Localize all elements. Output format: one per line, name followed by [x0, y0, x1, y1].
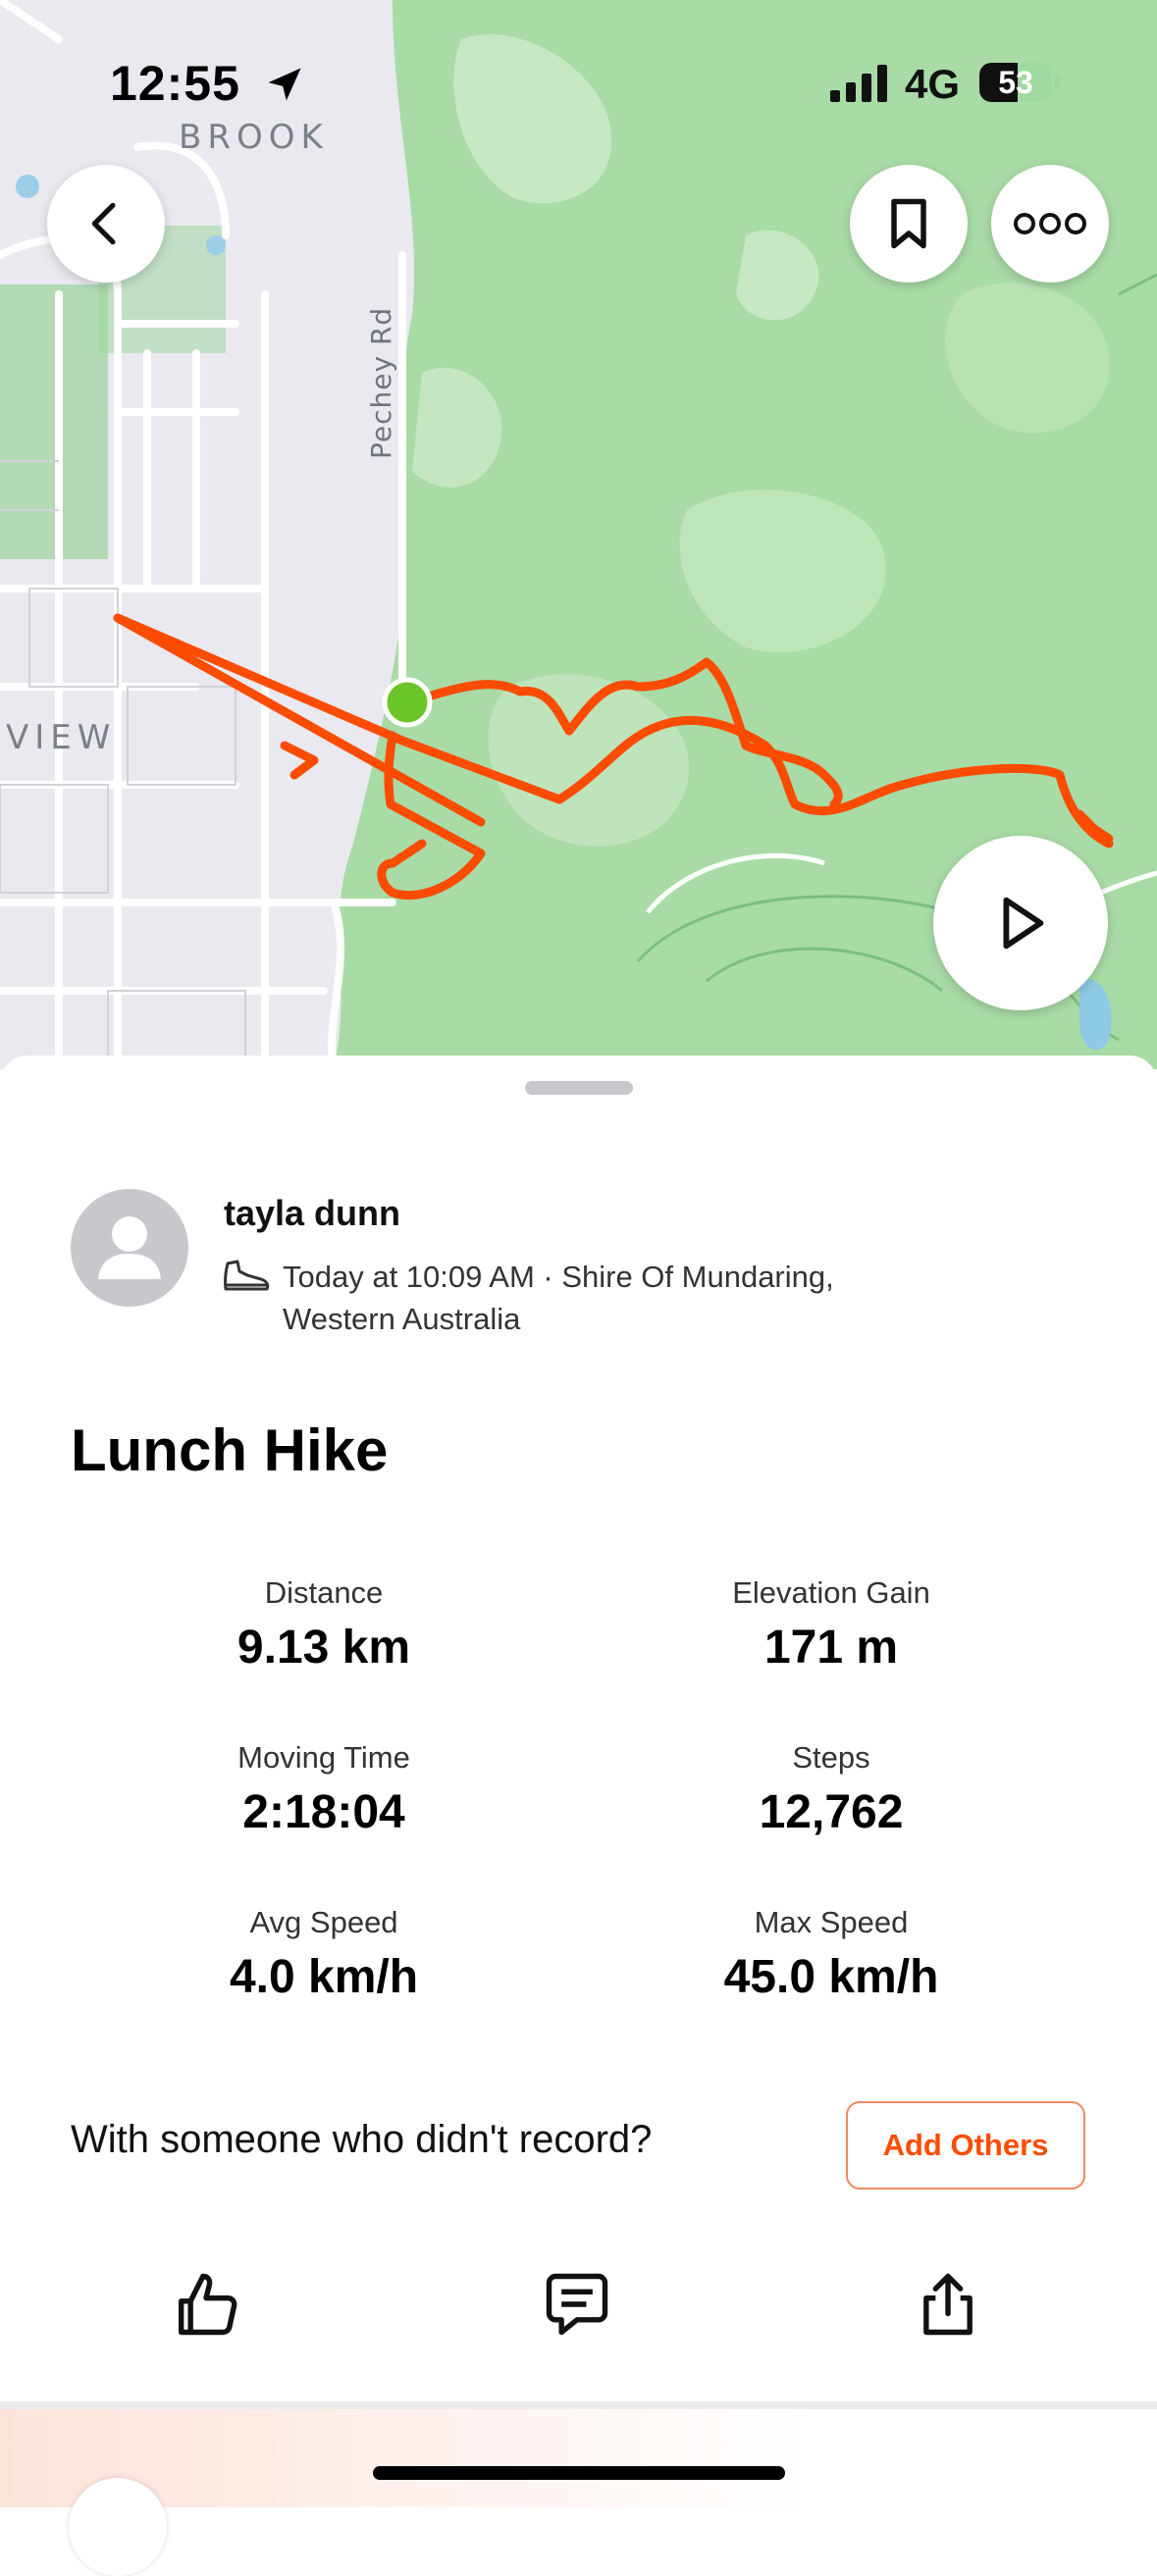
home-indicator[interactable]: [373, 2466, 785, 2480]
map-label-suburb-left: VIEW: [6, 718, 117, 757]
activity-meta-line2: Western Australia: [283, 1302, 521, 1336]
section-divider: [0, 2401, 1157, 2409]
activity-meta: Today at 10:09 AM · Shire Of Mundaring, …: [283, 1256, 970, 1340]
stat-label: Moving Time: [237, 1740, 410, 1775]
stat-label: Steps: [792, 1740, 870, 1775]
location-arrow-icon: [268, 68, 301, 101]
comment-icon: [546, 2273, 608, 2336]
stat-label: Distance: [264, 1575, 384, 1610]
avatar[interactable]: [71, 1189, 188, 1307]
back-button[interactable]: [47, 165, 165, 283]
hiking-shoe-icon: [224, 1260, 270, 1291]
stat-value: 171 m: [763, 1622, 899, 1674]
kudos-button[interactable]: [147, 2250, 265, 2358]
peek-avatar: [69, 2478, 167, 2576]
map-label-road: Pechey Rd: [365, 306, 397, 459]
athlete-name[interactable]: tayla dunn: [224, 1193, 400, 1234]
status-bar: 12:55 4G 53: [0, 0, 1157, 157]
battery-cap: [1054, 75, 1060, 90]
bookmark-icon: [891, 198, 926, 249]
bookmark-button[interactable]: [850, 165, 968, 283]
share-icon: [923, 2273, 973, 2336]
stat-label: Max Speed: [754, 1905, 909, 1939]
stat-elevation-gain: Elevation Gain 171 m: [625, 1575, 1037, 1674]
activity-title: Lunch Hike: [71, 1417, 389, 1483]
stat-steps: Steps 12,762: [625, 1740, 1037, 1839]
add-others-button[interactable]: Add Others: [846, 2101, 1085, 2190]
activity-sheet: tayla dunn Today at 10:09 AM · Shire Of …: [0, 1056, 1157, 2409]
comment-button[interactable]: [518, 2250, 636, 2358]
more-icon: [1014, 213, 1086, 234]
stat-max-speed: Max Speed 45.0 km/h: [625, 1905, 1037, 2004]
activity-meta-line1: Today at 10:09 AM · Shire Of Mundaring,: [283, 1260, 834, 1294]
battery-percent: 53: [998, 65, 1033, 100]
stat-label: Elevation Gain: [732, 1575, 930, 1610]
share-button[interactable]: [889, 2250, 1007, 2358]
thumbs-up-icon: [178, 2273, 237, 2336]
play-flyover-button[interactable]: [933, 836, 1108, 1010]
add-others-prompt: With someone who didn't record?: [71, 2118, 653, 2161]
stat-moving-time: Moving Time 2:18:04: [118, 1740, 530, 1839]
stat-distance: Distance 9.13 km: [118, 1575, 530, 1674]
stat-label: Avg Speed: [249, 1905, 398, 1939]
more-options-button[interactable]: [991, 165, 1109, 283]
stat-value: 9.13 km: [237, 1622, 411, 1674]
stat-value: 4.0 km/h: [229, 1951, 419, 2003]
network-type: 4G: [905, 61, 961, 107]
status-time: 12:55: [110, 56, 240, 111]
play-icon: [1003, 897, 1044, 950]
stat-value: 12,762: [759, 1786, 904, 1838]
sheet-drag-handle[interactable]: [525, 1081, 633, 1095]
back-arrow-icon: [91, 202, 116, 245]
stat-avg-speed: Avg Speed 4.0 km/h: [118, 1905, 530, 2004]
stat-value: 2:18:04: [242, 1786, 405, 1838]
person-icon: [98, 1216, 161, 1279]
signal-bars-icon: [830, 65, 887, 102]
next-section-peek: [0, 2409, 1157, 2576]
battery-icon: 53: [979, 63, 1052, 102]
stat-value: 45.0 km/h: [723, 1951, 939, 2003]
